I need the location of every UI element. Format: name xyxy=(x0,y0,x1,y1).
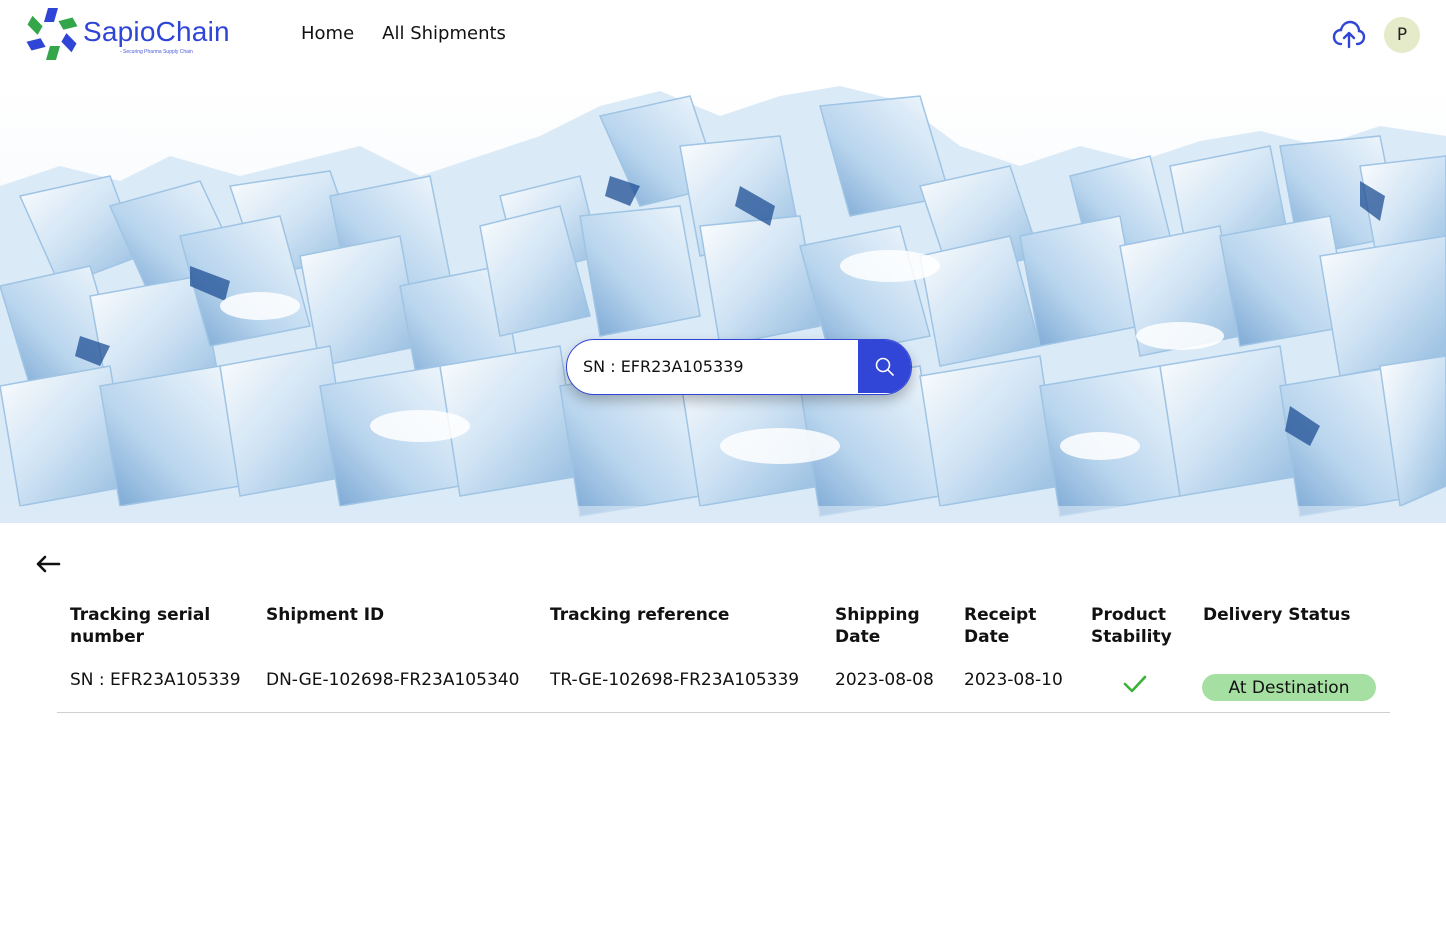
cloud-upload-icon[interactable] xyxy=(1332,18,1366,52)
search-input[interactable] xyxy=(583,340,853,393)
column-header-shipment-id: Shipment ID xyxy=(266,605,385,625)
hero-banner xyxy=(0,86,1446,523)
brand-logo[interactable]: SapioChain - Securing Pharma Supply Chai… xyxy=(24,6,244,64)
user-avatar[interactable]: P xyxy=(1384,17,1420,53)
checkmark-icon xyxy=(1123,675,1147,693)
cell-tracking-reference: TR-GE-102698-FR23A105339 xyxy=(550,670,800,690)
column-header-product-stability: Product Stability xyxy=(1091,605,1172,647)
sapiochain-logo-icon xyxy=(26,8,78,60)
main-nav: Home All Shipments xyxy=(301,23,506,44)
search-button[interactable] xyxy=(858,340,911,393)
cell-receipt-date: 2023-08-10 xyxy=(964,670,1063,690)
column-header-delivery-status: Delivery Status xyxy=(1203,605,1351,625)
nav-all-shipments[interactable]: All Shipments xyxy=(382,23,506,44)
shipment-search-bar xyxy=(566,339,912,395)
cell-shipment-id: DN-GE-102698-FR23A105340 xyxy=(266,670,520,690)
nav-home[interactable]: Home xyxy=(301,23,354,44)
status-badge: At Destination xyxy=(1202,674,1376,701)
brand-tagline: - Securing Pharma Supply Chain xyxy=(120,49,193,55)
table-header: Tracking serial number Shipment ID Track… xyxy=(57,604,1390,660)
app-header: SapioChain - Securing Pharma Supply Chai… xyxy=(0,0,1446,72)
back-arrow-icon[interactable] xyxy=(35,552,61,576)
cell-shipping-date: 2023-08-08 xyxy=(835,670,934,690)
search-icon xyxy=(875,357,894,376)
column-header-shipping-date: Shipping Date xyxy=(835,605,920,647)
cell-tracking-serial: SN : EFR23A105339 xyxy=(70,670,241,690)
ice-cubes-background xyxy=(0,86,1446,523)
column-header-receipt-date: Receipt Date xyxy=(964,605,1037,647)
brand-name: SapioChain xyxy=(83,16,230,47)
column-header-tracking-serial: Tracking serial number xyxy=(70,605,211,647)
table-row[interactable]: SN : EFR23A105339 DN-GE-102698-FR23A1053… xyxy=(57,660,1390,713)
column-header-tracking-reference: Tracking reference xyxy=(550,605,730,625)
shipments-table: Tracking serial number Shipment ID Track… xyxy=(57,604,1390,713)
